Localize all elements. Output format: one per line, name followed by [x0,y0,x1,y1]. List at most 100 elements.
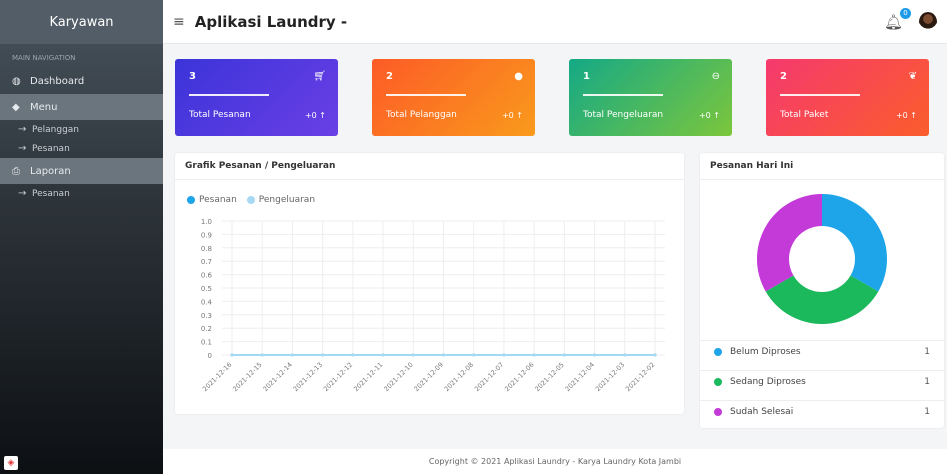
line-chart-panel: Grafik Pesanan / Pengeluaran Pesanan Pen… [175,153,684,414]
top-bar: ≡ Aplikasi Laundry - 🔔︎ 0 [163,0,947,44]
donut-slice-sedang-diproses [765,275,879,324]
data-point-pengeluaran [532,353,536,357]
status-row-sedang: Sedang Diproses 1 [700,370,944,392]
x-tick-label: 2021-12-09 [413,361,445,393]
data-point-pengeluaran [562,353,566,357]
leaf-icon: ❦ [908,71,917,82]
status-count: 1 [924,346,930,357]
y-tick-label: 0.9 [201,231,212,239]
cart-icon: 🛒︎ [313,71,326,82]
arrow-circle-icon: ⊖ [711,71,720,82]
x-tick-label: 2021-12-12 [322,361,354,393]
data-point-pengeluaran [260,353,264,357]
arrow-right-icon: → [18,143,27,154]
card-divider [583,94,663,96]
sidebar-item-menu[interactable]: ◆ Menu [0,94,163,120]
y-tick-label: 0.3 [201,312,212,320]
footer: Copyright © 2021 Aplikasi Laundry - Kary… [163,449,947,474]
y-tick-label: 0.2 [201,325,212,333]
x-tick-label: 2021-12-15 [231,361,263,393]
status-label: Sedang Diproses [730,376,806,387]
sidebar-item-label: Pesanan [32,188,70,199]
printer-icon: ⎙ [12,165,20,177]
card-change: +0 ↑ [698,111,720,120]
x-tick-label: 2021-12-14 [261,361,293,393]
x-tick-label: 2021-12-16 [201,361,233,393]
sidebar-item-pelanggan[interactable]: → Pelanggan [0,120,163,139]
notification-badge: 0 [900,8,911,19]
arrow-right-icon: → [18,124,27,135]
status-count: 1 [924,406,930,417]
card-value: 3 [189,71,196,82]
data-point-pengeluaran [593,353,597,357]
card-value: 2 [386,71,393,82]
x-tick-label: 2021-12-04 [564,361,596,393]
data-point-pengeluaran [411,353,415,357]
sidebar-item-dashboard[interactable]: ◍ Dashboard [0,68,163,94]
status-label: Sudah Selesai [730,406,794,417]
y-tick-label: 0.1 [201,339,212,347]
dashboard-icon: ◍ [12,75,21,87]
sidebar-item-pesanan[interactable]: → Pesanan [0,139,163,158]
sidebar-section-label: MAIN NAVIGATION [12,54,76,62]
data-point-pengeluaran [502,353,506,357]
laravel-logo-icon: ◈ [4,456,18,470]
card-divider [780,94,860,96]
donut-slice-sudah-selesai [757,194,822,292]
status-label: Belum Diproses [730,346,801,357]
status-dot [714,407,722,416]
card-label: Total Pelanggan [386,110,457,120]
x-tick-label: 2021-12-02 [624,361,656,393]
avatar[interactable] [919,12,937,32]
data-point-pengeluaran [230,353,234,357]
x-tick-label: 2021-12-13 [292,361,324,393]
card-value: 2 [780,71,787,82]
panel-title: Pesanan Hari Ini [700,153,944,180]
y-tick-label: 0.5 [201,285,212,293]
layers-icon: ◆ [12,101,20,113]
card-label: Total Paket [780,110,829,120]
y-tick-label: 0.7 [201,258,212,266]
data-point-pengeluaran [623,353,627,357]
data-point-pengeluaran [321,353,325,357]
status-dot [714,377,722,386]
card-divider [386,94,466,96]
sidebar-item-label: Pelanggan [32,124,80,135]
card-change: +0 ↑ [501,111,523,120]
card-change: +0 ↑ [895,111,917,120]
sidebar-item-label: Pesanan [32,143,70,154]
menu-toggle-button[interactable]: ≡ [173,14,185,30]
y-tick-label: 0.8 [201,245,212,253]
y-tick-label: 1.0 [201,218,212,226]
card-label: Total Pengeluaran [583,110,664,120]
sidebar-item-laporan[interactable]: ⎙ Laporan [0,158,163,184]
card-label: Total Pesanan [189,110,251,120]
stat-card-pengeluaran: 1 ⊖ Total Pengeluaran +0 ↑ [569,59,732,136]
data-point-pengeluaran [442,353,445,357]
x-tick-label: 2021-12-03 [594,361,626,393]
x-tick-label: 2021-12-06 [503,361,535,393]
status-row-belum: Belum Diproses 1 [700,340,944,362]
status-row-selesai: Sudah Selesai 1 [700,400,944,422]
sidebar-item-laporan-pesanan[interactable]: → Pesanan [0,184,163,203]
y-tick-label: 0.4 [201,298,213,306]
donut-chart [757,194,887,324]
stat-card-pesanan: 3 🛒︎ Total Pesanan +0 ↑ [175,59,338,136]
x-tick-label: 2021-12-11 [352,361,384,393]
status-dot [714,347,722,356]
data-point-pengeluaran [351,353,355,357]
data-point-pengeluaran [653,353,657,357]
data-point-pengeluaran [381,353,385,357]
data-point-pengeluaran [472,353,476,357]
card-change: +0 ↑ [304,111,326,120]
line-chart: 1.00.90.80.70.60.50.40.30.20.102021-12-1… [201,218,665,393]
stat-card-pelanggan: 2 ● Total Pelanggan +0 ↑ [372,59,535,136]
sidebar-item-label: Dashboard [30,75,85,87]
sidebar: Karyawan MAIN NAVIGATION ◍ Dashboard ◆ M… [0,0,163,474]
sidebar-brand[interactable]: Karyawan [0,0,163,44]
sidebar-item-label: Laporan [30,165,71,177]
donut-panel: Pesanan Hari Ini Belum Diproses 1 Sedang… [700,153,944,428]
page-title: Aplikasi Laundry - [194,12,348,31]
status-count: 1 [924,376,930,387]
x-tick-label: 2021-12-07 [473,361,505,393]
